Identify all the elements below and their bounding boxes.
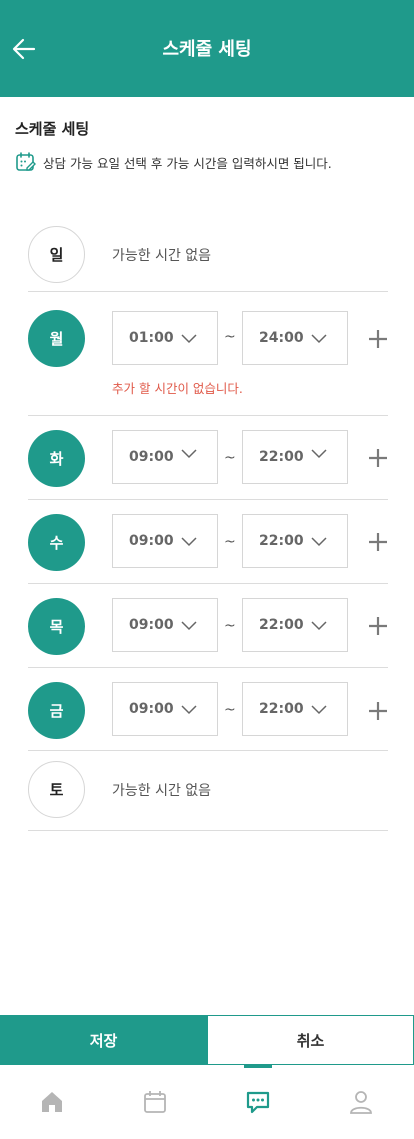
- cancel-button[interactable]: 취소: [207, 1015, 414, 1065]
- chevron-down-icon: [181, 537, 197, 547]
- nav-calendar[interactable]: [103, 1065, 206, 1139]
- chevron-down-icon: [181, 334, 197, 344]
- end-time-value: 22:00: [259, 533, 304, 549]
- end-time-select[interactable]: 22:00: [242, 598, 348, 652]
- end-time-value: 24:00: [259, 330, 304, 346]
- time-separator: ~: [224, 450, 236, 466]
- start-time-value: 09:00: [129, 617, 174, 633]
- end-time-select[interactable]: 22:00: [242, 514, 348, 568]
- start-time-select[interactable]: 09:00: [112, 682, 218, 736]
- day-row-sat: 토 가능한 시간 없음: [28, 751, 388, 831]
- time-separator: ~: [224, 702, 236, 718]
- add-time-icon[interactable]: [366, 327, 390, 351]
- add-time-icon[interactable]: [366, 446, 390, 470]
- description-text: 상담 가능 요일 선택 후 가능 시간을 입력하시면 됩니다.: [43, 155, 332, 171]
- app-header: 스케줄 세팅: [0, 0, 414, 97]
- end-time-select[interactable]: 24:00: [242, 311, 348, 365]
- day-row-sun: 일 가능한 시간 없음: [28, 225, 388, 292]
- no-time-text: 가능한 시간 없음: [112, 248, 212, 264]
- chevron-down-icon: [311, 449, 327, 459]
- day-row-tue: 화 09:00 ~ 22:00: [28, 416, 388, 500]
- start-time-value: 09:00: [129, 533, 174, 549]
- day-row-wed: 수 09:00 ~ 22:00: [28, 500, 388, 584]
- add-time-icon[interactable]: [366, 699, 390, 723]
- chevron-down-icon: [181, 621, 197, 631]
- end-time-value: 22:00: [259, 701, 304, 717]
- day-toggle-thu[interactable]: 목: [28, 598, 85, 655]
- no-time-text: 가능한 시간 없음: [112, 783, 212, 799]
- day-row-mon: 월 01:00 ~ 24:00 추가 할 시간이 없습니다.: [28, 292, 388, 416]
- add-time-icon[interactable]: [366, 614, 390, 638]
- day-toggle-mon[interactable]: 월: [28, 310, 85, 367]
- nav-profile[interactable]: [309, 1065, 412, 1139]
- start-time-value: 01:00: [129, 330, 174, 346]
- nav-home[interactable]: [0, 1065, 103, 1139]
- chevron-down-icon: [311, 621, 327, 631]
- start-time-select[interactable]: 09:00: [112, 430, 218, 484]
- section-description: 상담 가능 요일 선택 후 가능 시간을 입력하시면 됩니다.: [15, 150, 332, 174]
- day-toggle-sun[interactable]: 일: [28, 226, 85, 283]
- home-icon: [41, 1092, 62, 1112]
- bottom-nav: [0, 1065, 414, 1139]
- add-time-icon[interactable]: [366, 530, 390, 554]
- chat-icon: [246, 1091, 269, 1114]
- day-toggle-tue[interactable]: 화: [28, 430, 85, 487]
- save-button[interactable]: 저장: [0, 1015, 207, 1065]
- end-time-select[interactable]: 22:00: [242, 430, 348, 484]
- nav-chat[interactable]: [206, 1065, 309, 1139]
- start-time-select[interactable]: 09:00: [112, 598, 218, 652]
- chevron-down-icon: [311, 334, 327, 344]
- chevron-down-icon: [311, 537, 327, 547]
- chevron-down-icon: [181, 449, 197, 459]
- chevron-down-icon: [181, 705, 197, 715]
- day-row-thu: 목 09:00 ~ 22:00: [28, 584, 388, 668]
- time-separator: ~: [224, 329, 236, 345]
- day-toggle-fri[interactable]: 금: [28, 682, 85, 739]
- page-title: 스케줄 세팅: [162, 39, 252, 60]
- calendar-edit-icon: [16, 152, 36, 171]
- start-time-value: 09:00: [129, 701, 174, 717]
- time-separator: ~: [224, 618, 236, 634]
- day-toggle-wed[interactable]: 수: [28, 514, 85, 571]
- section-title: 스케줄 세팅: [15, 120, 90, 138]
- profile-icon: [349, 1091, 372, 1114]
- calendar-icon: [143, 1091, 166, 1113]
- end-time-select[interactable]: 22:00: [242, 682, 348, 736]
- start-time-select[interactable]: 09:00: [112, 514, 218, 568]
- error-message: 추가 할 시간이 없습니다.: [112, 381, 243, 396]
- end-time-value: 22:00: [259, 449, 304, 465]
- chevron-down-icon: [311, 705, 327, 715]
- day-toggle-sat[interactable]: 토: [28, 761, 85, 818]
- time-separator: ~: [224, 534, 236, 550]
- start-time-value: 09:00: [129, 449, 174, 465]
- end-time-value: 22:00: [259, 617, 304, 633]
- day-row-fri: 금 09:00 ~ 22:00: [28, 668, 388, 751]
- start-time-select[interactable]: 01:00: [112, 311, 218, 365]
